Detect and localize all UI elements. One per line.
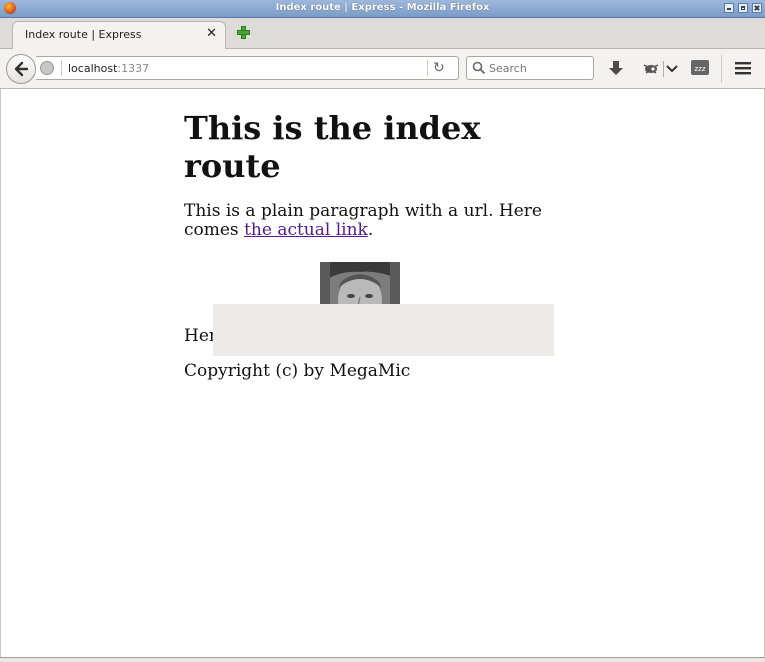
url-text[interactable]: localhost:1337 <box>68 62 149 75</box>
search-input[interactable] <box>489 60 585 76</box>
back-button[interactable] <box>6 54 36 84</box>
maximize-button[interactable] <box>738 3 748 13</box>
site-identity-globe-icon[interactable] <box>40 61 54 75</box>
tab-index-route[interactable]: Index route | Express ✕ <box>12 21 226 49</box>
back-arrow-icon <box>14 61 29 77</box>
sleep-zzz-icon[interactable]: zzz <box>689 57 711 79</box>
url-port: :1337 <box>117 62 150 75</box>
chevron-down-icon[interactable] <box>662 57 684 79</box>
blank-overlay-panel <box>213 304 554 356</box>
svg-text:zzz: zzz <box>694 65 705 73</box>
download-icon[interactable] <box>605 57 627 79</box>
window-title: Index route | Express - Mozilla Firefox <box>275 2 490 13</box>
new-tab-plus-icon[interactable] <box>236 25 250 39</box>
tab-label: Index route | Express <box>25 28 142 41</box>
url-divider <box>61 60 62 76</box>
extension-bug-icon[interactable] <box>640 57 662 79</box>
copyright-text: Copyright (c) by MegaMic <box>184 361 411 381</box>
search-bar[interactable] <box>466 56 594 80</box>
intro-paragraph: This is a plain paragraph with a url. He… <box>184 202 564 240</box>
tab-strip: Index route | Express ✕ <box>0 18 765 49</box>
reload-icon[interactable]: ↻ <box>433 60 445 76</box>
minimize-button[interactable] <box>724 3 734 13</box>
page-heading: This is the index route <box>184 109 481 185</box>
window-bottom-edge <box>0 657 765 662</box>
hamburger-menu-icon[interactable] <box>732 57 754 79</box>
reload-divider <box>427 60 428 76</box>
close-window-button[interactable] <box>752 3 762 13</box>
page-body: This is the index route This is a plain … <box>184 89 564 381</box>
paragraph-end: . <box>367 220 374 240</box>
tab-close-icon[interactable]: ✕ <box>206 27 217 41</box>
navigation-toolbar: localhost:1337 ↻ zzz <box>0 49 765 89</box>
toolbar-divider-2 <box>721 55 722 83</box>
actual-link[interactable]: the actual link <box>244 220 368 240</box>
page-viewport: This is the index route This is a plain … <box>0 89 765 657</box>
search-icon <box>472 61 486 75</box>
window-titlebar: Index route | Express - Mozilla Firefox <box>0 0 765 18</box>
url-host: localhost <box>68 62 118 75</box>
url-bar[interactable]: localhost:1337 ↻ <box>36 56 459 80</box>
